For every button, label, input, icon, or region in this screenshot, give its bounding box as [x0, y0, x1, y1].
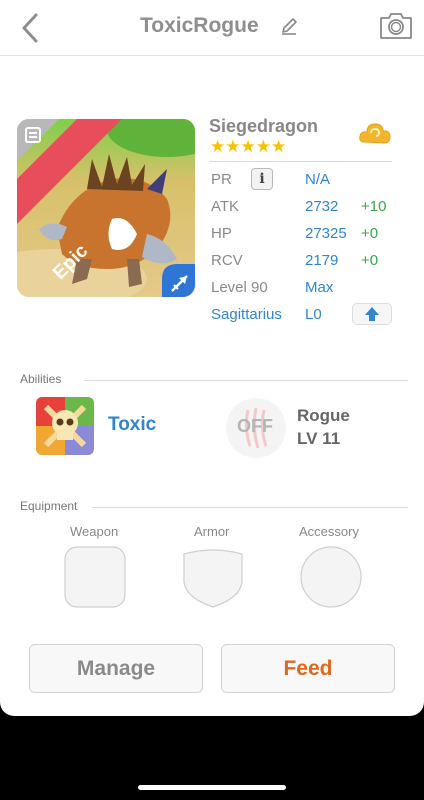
stat-bonus: +10 [361, 198, 387, 215]
star-rating: ★★★★★ [210, 137, 287, 156]
dragon-portrait-card[interactable]: Epic [17, 119, 195, 297]
stat-row-atk: ATK 2732 +10 [211, 198, 396, 222]
abilities-header: Abilities [20, 372, 62, 386]
dragon-portrait [17, 119, 195, 297]
trait-name: Rogue [297, 406, 350, 425]
cloud-icon [359, 123, 391, 144]
stat-value: Max [305, 279, 334, 296]
sniper-arrow-icon [171, 275, 188, 292]
trait-status: OFF [237, 416, 273, 436]
dragon-detail-screen: Toxic Rogue Epic Siegedragon ★★★★★ PR i N… [0, 0, 424, 716]
stat-label: HP [211, 225, 232, 242]
accessory-slot-icon [300, 546, 362, 608]
accessory-slot[interactable] [300, 546, 362, 608]
ability-toxic-button[interactable] [36, 397, 94, 455]
stat-row-hp: HP 27325 +0 [211, 225, 396, 249]
armor-slot[interactable] [182, 546, 244, 608]
stat-value: 27325 [305, 225, 347, 242]
stat-row-level: Level 90 Max [211, 279, 396, 303]
abilities-divider [84, 380, 408, 381]
weapon-slot[interactable] [64, 546, 126, 608]
stat-bonus: +0 [361, 225, 379, 242]
manage-button[interactable]: Manage [29, 644, 203, 693]
feed-button[interactable]: Feed [221, 644, 395, 693]
stat-label: PR [211, 171, 232, 188]
arrow-up-icon [365, 307, 379, 321]
stat-value: N/A [305, 171, 331, 188]
constellation-upgrade-button[interactable] [352, 303, 392, 325]
header-bar: ToxicRogue [0, 0, 424, 56]
edit-name-button[interactable] [279, 16, 299, 36]
camera-icon [380, 13, 412, 39]
info-icon: i [259, 171, 265, 187]
chevron-left-icon [22, 13, 38, 43]
back-button[interactable] [18, 12, 46, 44]
camera-button[interactable] [378, 12, 414, 40]
equipment-header: Equipment [20, 499, 78, 513]
shield-icon [183, 549, 243, 608]
equipment-divider [92, 507, 408, 508]
stat-label: Level 90 [211, 279, 268, 296]
stat-bonus: +0 [361, 252, 379, 269]
stat-row-rcv: RCV 2179 +0 [211, 252, 396, 276]
stat-row-constellation: Sagittarius L0 [211, 303, 396, 330]
pencil-icon [282, 18, 297, 35]
home-indicator[interactable] [138, 785, 286, 790]
stats-divider [209, 161, 392, 162]
page-title: ToxicRogue [140, 14, 259, 37]
stat-value: L0 [305, 306, 322, 323]
skull-icon [36, 397, 94, 455]
ability-name[interactable]: Toxic [108, 414, 156, 436]
element-button[interactable] [358, 120, 392, 150]
weapon-label: Weapon [70, 524, 119, 539]
trait-level: LV 11 [297, 429, 341, 448]
info-button[interactable]: i [251, 168, 273, 190]
dragon-name: Siegedragon [209, 116, 319, 136]
armor-label: Armor [194, 524, 230, 539]
stat-row-pr: PR i N/A [211, 168, 396, 195]
stat-value: 2732 [305, 198, 339, 215]
stat-value: 2179 [305, 252, 339, 269]
stat-label: ATK [211, 198, 240, 215]
constellation-link[interactable]: Sagittarius [211, 306, 282, 323]
weapon-slot-icon [64, 546, 126, 608]
element-tag-icon [25, 127, 41, 143]
stat-label: RCV [211, 252, 243, 269]
accessory-label: Accessory [299, 524, 359, 539]
